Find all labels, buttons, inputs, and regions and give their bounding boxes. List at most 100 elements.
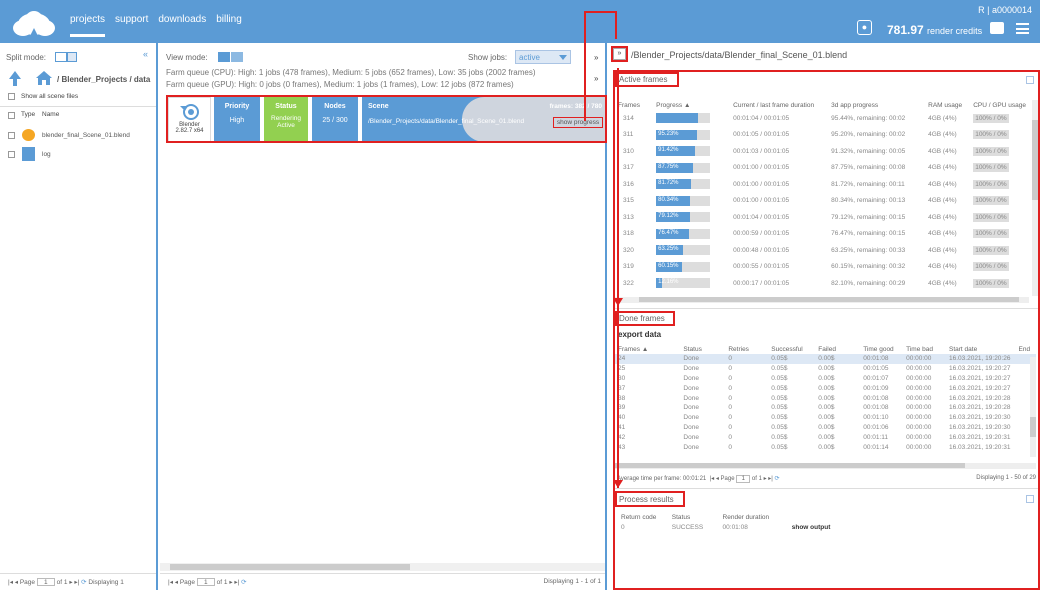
col-frames[interactable]: Frames ▲ — [615, 344, 680, 354]
nav-downloads[interactable]: downloads — [158, 14, 206, 37]
active-frame-row[interactable]: 317 87.75% 00:01:00 / 00:01:05 87.75%, rema… — [615, 160, 1029, 177]
next-page-icon[interactable]: ▸ ▸| — [229, 579, 239, 586]
active-frame-row[interactable]: 310 91.42% 00:01:03 / 00:01:05 91.32%, rema… — [615, 143, 1029, 160]
active-frame-row[interactable]: 322 12.16% 00:00:17 / 00:01:05 82.10%, rema… — [615, 275, 1029, 292]
avg-time: Average time per frame: 00:01:21 — [617, 476, 707, 482]
done-frame-row[interactable]: 40 Done 0 0.05$ 0.00$ 00:01:10 00:00:00 16.03.2… — [615, 413, 1036, 423]
col-status[interactable]: Status — [669, 514, 720, 521]
split-vertical-icon[interactable] — [55, 52, 67, 62]
file-name[interactable]: blender_final_Scene_01.blend — [42, 132, 130, 139]
active-frame-row[interactable]: 313 79.12% 00:01:04 / 00:01:05 79.12%, rema… — [615, 209, 1029, 226]
frame-start-date: 16.03.2021, 19:20:27 — [949, 365, 1011, 373]
col-ram[interactable]: RAM usage — [925, 100, 970, 110]
select-all-checkbox[interactable] — [8, 112, 15, 119]
col-successful[interactable]: Successful — [768, 344, 815, 354]
next-page-icon[interactable]: ▸ ▸| — [764, 476, 773, 482]
done-frame-row[interactable]: 30 Done 0 0.05$ 0.00$ 00:01:07 00:00:00 16.03.2… — [615, 374, 1036, 384]
done-frame-row[interactable]: 43 Done 0 0.05$ 0.00$ 00:01:14 00:00:00 16.03.2… — [615, 442, 1036, 452]
up-arrow-icon[interactable] — [9, 71, 21, 79]
col-cpu[interactable]: CPU / GPU usage — [970, 100, 1029, 110]
col-progress[interactable]: Progress ▲ — [653, 100, 730, 110]
expand-icon[interactable]: » — [594, 53, 598, 62]
file-checkbox[interactable] — [8, 132, 15, 139]
breadcrumb[interactable]: / Blender_Projects / data — [57, 75, 150, 84]
done-frame-row[interactable]: 42 Done 0 0.05$ 0.00$ 00:01:11 00:00:00 16.03.2… — [615, 432, 1036, 442]
show-output-link[interactable]: show output — [789, 521, 858, 533]
folder-icon — [22, 147, 35, 161]
show-jobs-select[interactable]: active — [515, 50, 571, 64]
active-frame-row[interactable]: 315 80.34% 00:01:00 / 00:01:05 80.34%, rema… — [615, 193, 1029, 210]
col-failed[interactable]: Failed — [815, 344, 860, 354]
active-frame-row[interactable]: 320 63.25% 00:00:48 / 00:01:05 63.25%, rema… — [615, 242, 1029, 259]
col-time-good[interactable]: Time good — [860, 344, 903, 354]
page-of: of 1 — [751, 476, 762, 482]
refresh-icon[interactable]: ⟳ — [775, 476, 780, 482]
chat-icon[interactable] — [990, 22, 1004, 34]
cloud-logo-icon[interactable] — [10, 6, 58, 38]
col-type[interactable]: Type — [21, 111, 35, 118]
nav-support[interactable]: support — [115, 14, 148, 37]
page-input[interactable]: 1 — [736, 475, 751, 483]
done-frame-row[interactable]: 25 Done 0 0.05$ 0.00$ 00:01:05 00:00:00 16.03.2… — [615, 364, 1036, 374]
frame-retries: 0 — [728, 355, 732, 363]
hamburger-menu-icon[interactable] — [1016, 23, 1029, 34]
done-frame-row[interactable]: 24 Done 0 0.05$ 0.00$ 00:01:08 00:00:00 16.03.2… — [615, 354, 1036, 364]
col-render-duration[interactable]: Render duration — [720, 514, 789, 521]
col-app-progress[interactable]: 3d app progress — [828, 100, 925, 110]
active-frame-row[interactable]: 316 81.72% 00:01:00 / 00:01:05 81.72%, rema… — [615, 176, 1029, 193]
export-data-link[interactable]: export data — [618, 330, 661, 339]
frame-failed: 0.00$ — [818, 394, 835, 402]
progress-cell: 12.16% — [653, 275, 730, 292]
col-return-code[interactable]: Return code — [618, 514, 669, 521]
view-list-icon[interactable] — [218, 52, 230, 62]
app-progress: 76.47%, remaining: 00:15 — [831, 230, 906, 238]
col-frames[interactable]: Frames — [615, 100, 653, 110]
expand-icon[interactable]: » — [594, 74, 598, 83]
refresh-icon[interactable]: ⟳ — [81, 579, 86, 586]
bell-icon[interactable]: ● — [857, 20, 872, 35]
vertical-scrollbar[interactable] — [1032, 100, 1038, 296]
collapse-left-icon[interactable]: « — [143, 49, 148, 59]
page-input[interactable]: 1 — [196, 578, 215, 586]
col-end[interactable]: End — [1016, 344, 1037, 354]
next-page-icon[interactable]: ▸ ▸| — [69, 579, 79, 586]
done-frame-row[interactable]: 37 Done 0 0.05$ 0.00$ 00:01:09 00:00:00 16.03.2… — [615, 383, 1036, 393]
active-frame-row[interactable]: 319 60.15% 00:00:55 / 00:01:05 60.15%, rema… — [615, 259, 1029, 276]
panel-toggle-icon[interactable] — [1026, 495, 1034, 503]
progress-bar: 63.25% — [656, 245, 711, 256]
refresh-icon[interactable]: ⟳ — [241, 579, 246, 586]
frame-time-good: 00:01:11 — [863, 433, 889, 441]
active-frame-row[interactable]: 318 76.47% 00:00:59 / 00:01:05 76.47%, rema… — [615, 226, 1029, 243]
col-status[interactable]: Status — [680, 344, 725, 354]
col-duration[interactable]: Current / last frame duration — [730, 100, 828, 110]
frame-time-bad: 00:00:00 — [906, 365, 932, 373]
panel-toggle-icon[interactable] — [1026, 76, 1034, 84]
account-id[interactable]: R | a0000014 — [978, 5, 1032, 15]
nav-billing[interactable]: billing — [216, 14, 242, 37]
done-frame-row[interactable]: 38 Done 0 0.05$ 0.00$ 00:01:08 00:00:00 16.03.2… — [615, 393, 1036, 403]
vertical-scrollbar[interactable] — [1030, 357, 1036, 457]
col-time-bad[interactable]: Time bad — [903, 344, 946, 354]
nav-projects[interactable]: projects — [70, 14, 106, 37]
first-page-icon[interactable]: |◂ ◂ — [710, 476, 719, 482]
horizontal-scrollbar[interactable] — [160, 563, 605, 571]
col-retries[interactable]: Retries — [725, 344, 768, 354]
frame-time-good: 00:01:08 — [863, 355, 889, 363]
page-input[interactable]: 1 — [36, 578, 55, 586]
first-page-icon[interactable]: |◂ ◂ — [168, 579, 178, 586]
active-frame-row[interactable]: 314 00:01:04 / 00:01:05 95.44%, remaining:… — [615, 110, 1029, 127]
file-checkbox[interactable] — [8, 151, 15, 158]
col-name[interactable]: Name — [42, 111, 59, 118]
horizontal-scrollbar[interactable] — [615, 463, 1036, 469]
done-frame-row[interactable]: 41 Done 0 0.05$ 0.00$ 00:01:06 00:00:00 16.03.2… — [615, 423, 1036, 433]
show-all-checkbox[interactable] — [8, 93, 15, 100]
first-page-icon[interactable]: |◂ ◂ — [8, 579, 18, 586]
col-start-date[interactable]: Start date — [946, 344, 1015, 354]
split-horizontal-icon[interactable] — [67, 52, 77, 62]
view-grid-icon[interactable] — [231, 52, 243, 62]
file-name[interactable]: log — [42, 151, 51, 158]
home-icon[interactable] — [36, 71, 52, 85]
done-frame-row[interactable]: 39 Done 0 0.05$ 0.00$ 00:01:08 00:00:00 16.03.2… — [615, 403, 1036, 413]
active-frame-row[interactable]: 311 95.23% 00:01:05 / 00:01:05 95.20%, rema… — [615, 127, 1029, 144]
horizontal-scrollbar[interactable] — [615, 297, 1029, 303]
